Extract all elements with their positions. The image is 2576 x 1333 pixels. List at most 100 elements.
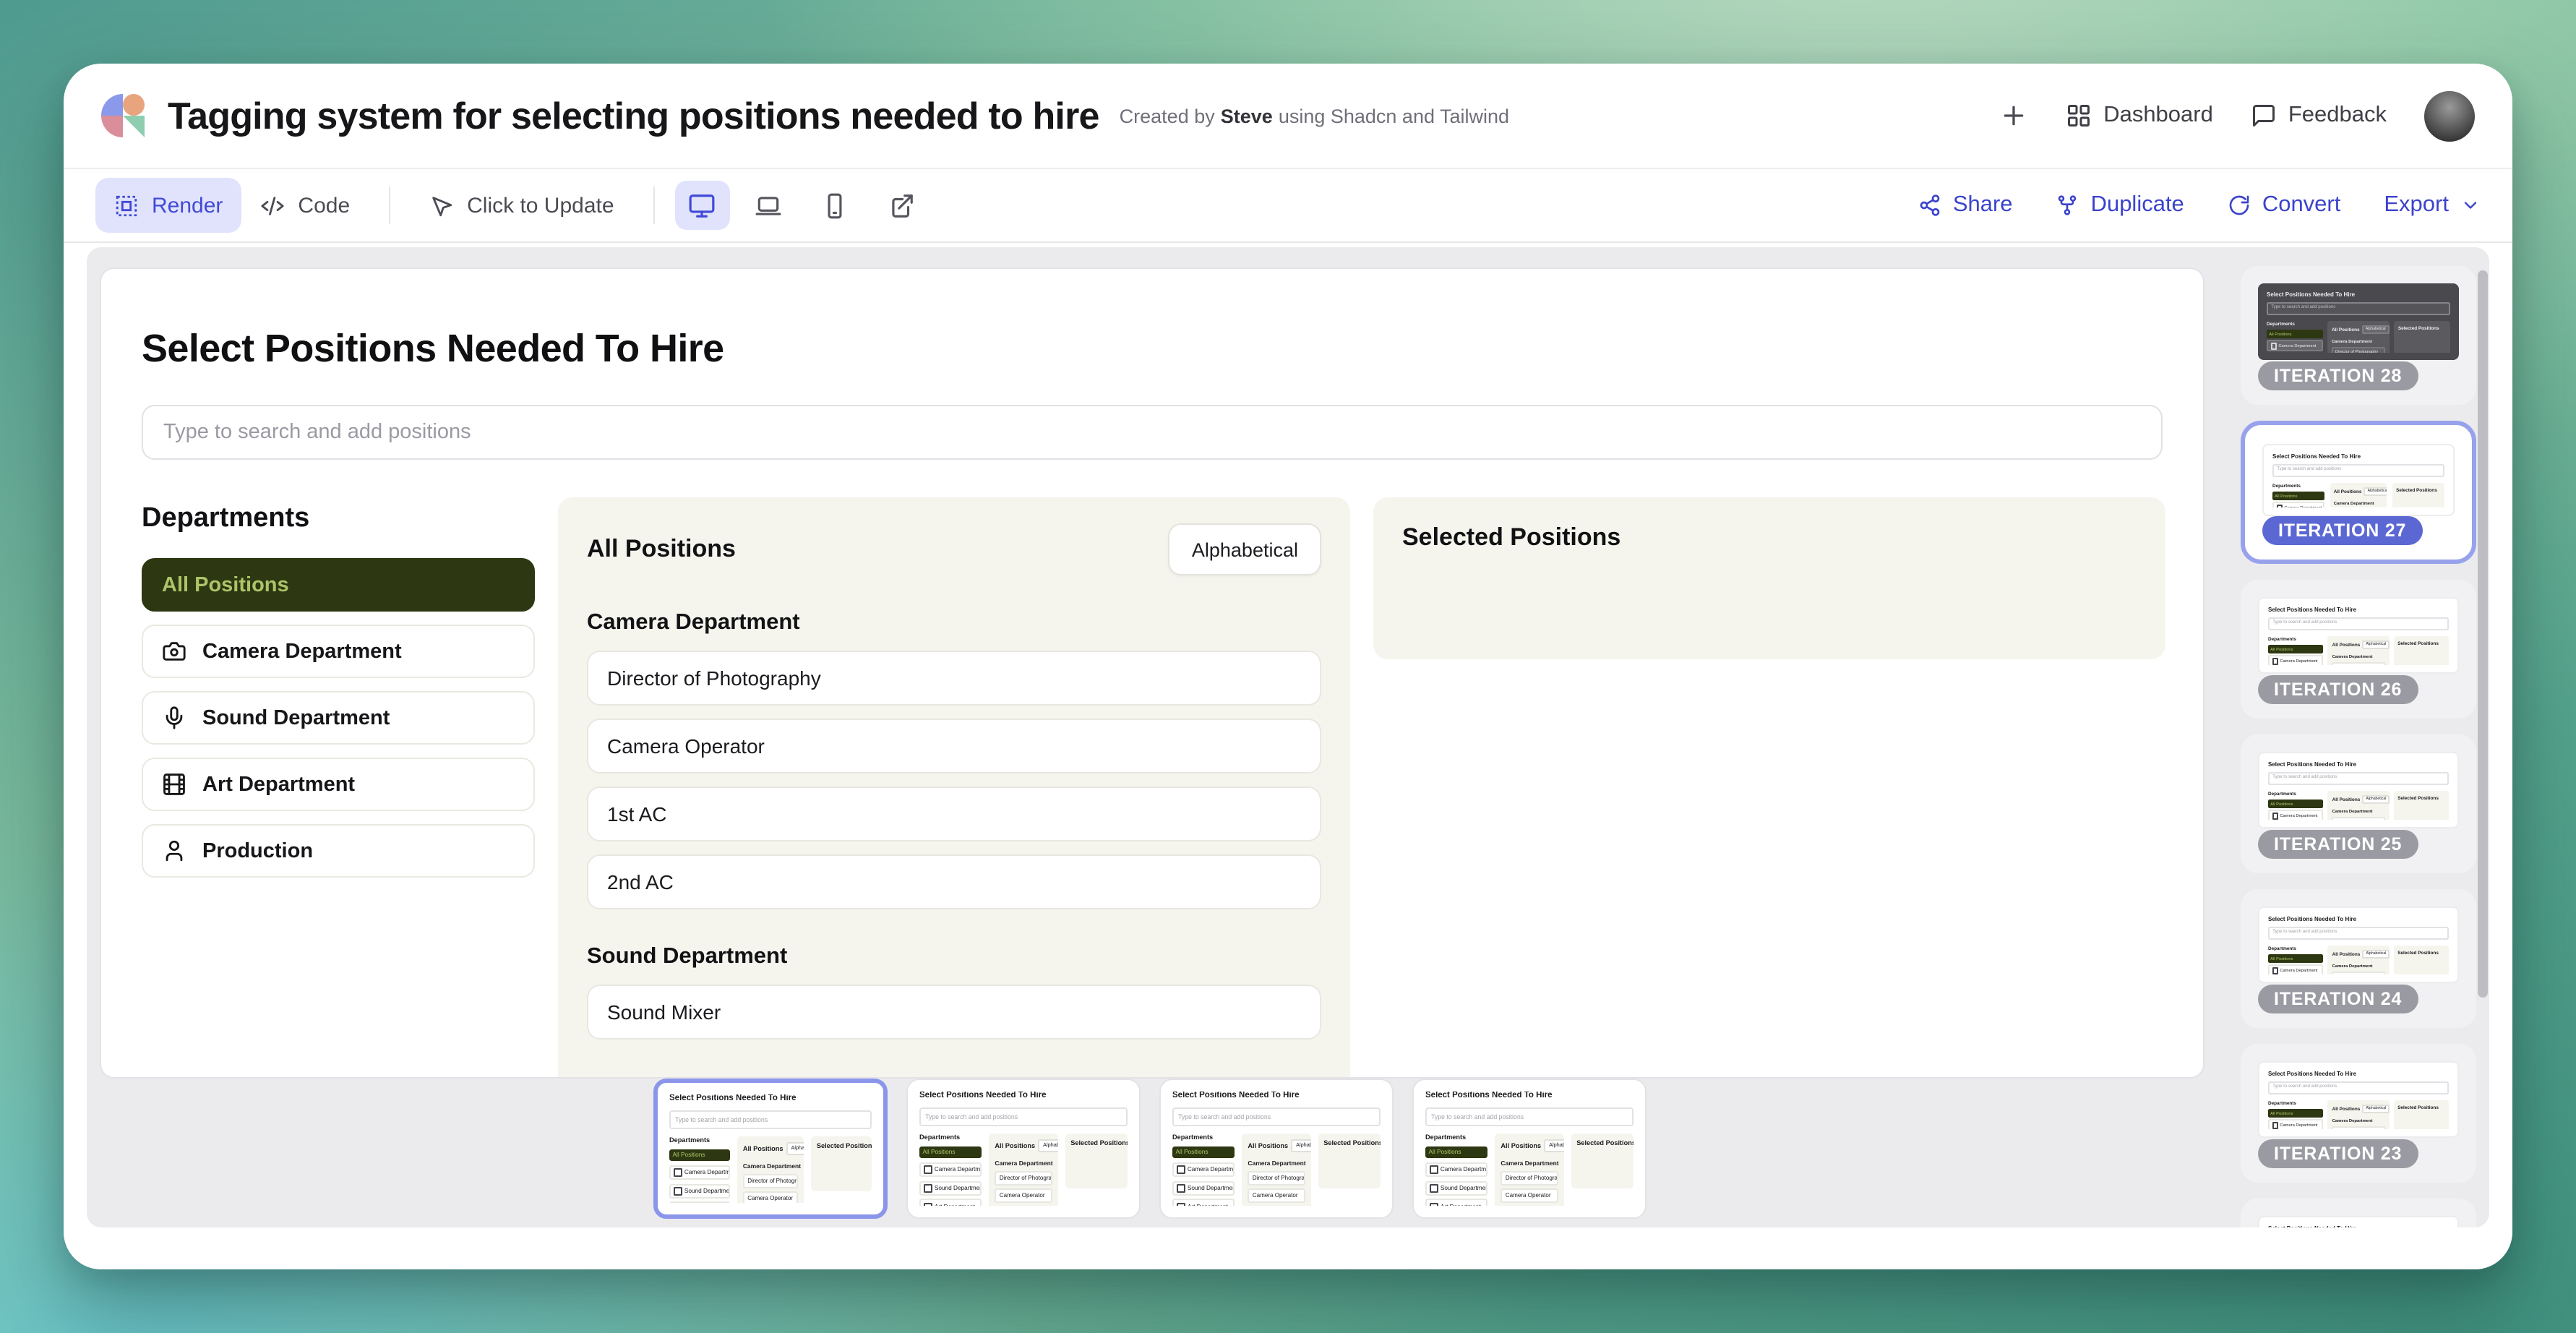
- convert-button[interactable]: Convert: [2228, 192, 2341, 218]
- department-all-positions-button[interactable]: All Positions: [142, 558, 535, 612]
- mini-heading: Select Positions Needed To Hire: [2268, 1225, 2449, 1227]
- departments-list: All Positions Camera Department: [142, 558, 535, 878]
- mini-departments: Departments All Positions Camera Departm…: [1172, 1133, 1235, 1206]
- position-row[interactable]: Director of Photography: [587, 651, 1321, 706]
- rendered-app-preview: Select Positions Needed To Hire Departme…: [100, 267, 2204, 1079]
- desktop-background: Tagging system for selecting positions n…: [0, 0, 2576, 1333]
- created-by: Created by Steve using Shadcn and Tailwi…: [1120, 105, 1509, 127]
- mini-camera-icon: [2272, 658, 2278, 664]
- iteration-badge: ITERATION 27: [2262, 516, 2422, 545]
- mini-camera-icon: [2272, 813, 2278, 819]
- mobile-view-button[interactable]: [808, 181, 863, 230]
- desktop-view-button[interactable]: [675, 181, 730, 230]
- iteration-card-23[interactable]: Select Positions Needed To Hire Type to …: [2241, 1044, 2476, 1183]
- carousel-thumbnail: Select Positions Needed To Hire Type to …: [918, 1090, 1129, 1207]
- feedback-button[interactable]: Feedback: [2251, 103, 2387, 129]
- cursor-icon: [429, 193, 454, 218]
- mini-columns: Departments All Positions Camera Departm…: [2268, 1100, 2449, 1129]
- iteration-badge: ITERATION 23: [2258, 1139, 2418, 1168]
- departments-heading: Departments: [142, 503, 535, 535]
- mini-camera-icon: [2270, 343, 2277, 349]
- mini-departments: Departments All Positions Camera Departm…: [1425, 1133, 1488, 1206]
- duplicate-button[interactable]: Duplicate: [2056, 192, 2184, 218]
- plus-icon: [1999, 101, 2028, 130]
- divider: [389, 187, 390, 224]
- click-to-update-button[interactable]: Click to Update: [411, 178, 632, 233]
- convert-icon: [2228, 194, 2251, 217]
- film-icon: [162, 772, 186, 797]
- export-button[interactable]: Export: [2384, 192, 2481, 218]
- alphabetical-sort-button[interactable]: Alphabetical: [1169, 523, 1321, 575]
- carousel-thumbnail: Select Positions Needed To Hire Type to …: [668, 1093, 873, 1204]
- laptop-icon: [755, 192, 783, 219]
- mini-columns: Departments All Positions Camera Departm…: [669, 1136, 872, 1203]
- carousel-thumbnail: Select Positions Needed To Hire Type to …: [1424, 1090, 1635, 1207]
- mini-all-positions-panel: All Positions Alphabetical Camera Depart…: [2328, 636, 2389, 665]
- iteration-card-27[interactable]: Select Positions Needed To Hire Type to …: [2241, 421, 2476, 564]
- external-link-icon: [888, 192, 916, 219]
- mini-heading: Select Positions Needed To Hire: [2268, 760, 2449, 768]
- code-tab[interactable]: Code: [241, 178, 369, 233]
- user-icon: [162, 839, 186, 863]
- position-row[interactable]: 1st AC: [587, 786, 1321, 841]
- sidebar-scrollbar[interactable]: [2478, 270, 2488, 998]
- carousel-item[interactable]: Select Positions Needed To Hire Type to …: [906, 1079, 1141, 1219]
- iteration-thumbnail: Select Positions Needed To Hire Type to …: [2258, 283, 2459, 360]
- mini-film-icon: [1430, 1203, 1438, 1206]
- mini-selected-positions-panel: Selected Positions: [1571, 1133, 1633, 1188]
- mini-search-input: Type to search and add positions: [2272, 463, 2444, 477]
- share-button[interactable]: Share: [1918, 192, 2013, 218]
- user-avatar[interactable]: [2424, 90, 2475, 141]
- department-sound-button[interactable]: Sound Department: [142, 691, 535, 745]
- mini-search-input: Type to search and add positions: [1172, 1107, 1381, 1126]
- new-project-button[interactable]: [1999, 101, 2028, 130]
- iteration-card-25[interactable]: Select Positions Needed To Hire Type to …: [2241, 734, 2476, 873]
- mini-app-preview: Select Positions Needed To Hire Type to …: [2272, 453, 2444, 507]
- mini-all-positions-panel: All Positions Alphabetical Camera Depart…: [1242, 1133, 1311, 1206]
- mini-columns: Departments All Positions Camera Departm…: [1425, 1133, 1633, 1206]
- iteration-card-26[interactable]: Select Positions Needed To Hire Type to …: [2241, 580, 2476, 719]
- laptop-view-button[interactable]: [742, 181, 797, 230]
- chat-bubble-icon: [2251, 103, 2277, 129]
- iteration-badge: ITERATION 26: [2258, 675, 2418, 704]
- position-row[interactable]: 2nd AC: [587, 854, 1321, 909]
- department-production-button[interactable]: Production: [142, 824, 535, 878]
- mini-search-input: Type to search and add positions: [919, 1107, 1128, 1126]
- iteration-thumbnail: Select Positions Needed To Hire Type to …: [2258, 597, 2459, 674]
- position-row[interactable]: Camera Operator: [587, 719, 1321, 773]
- mini-app-preview: Select Positions Needed To Hire Type to …: [1172, 1092, 1381, 1206]
- app-logo-icon: [101, 94, 145, 137]
- mini-selected-positions-panel: Selected Positions: [1318, 1133, 1381, 1188]
- position-row[interactable]: Sound Mixer: [587, 985, 1321, 1040]
- dashboard-button[interactable]: Dashboard: [2066, 103, 2213, 129]
- department-camera-button[interactable]: Camera Department: [142, 625, 535, 678]
- mini-search-input: Type to search and add positions: [2268, 617, 2449, 630]
- open-in-new-tab-button[interactable]: [875, 181, 929, 230]
- mini-camera-icon: [1177, 1165, 1185, 1173]
- header-actions: Dashboard Feedback: [1999, 90, 2475, 141]
- mini-heading: Select Positions Needed To Hire: [2268, 606, 2449, 613]
- iteration-card-28[interactable]: Select Positions Needed To Hire Type to …: [2241, 266, 2476, 405]
- selected-positions-panel: Selected Positions: [1373, 497, 2165, 659]
- carousel-item[interactable]: Select Positions Needed To Hire Type to …: [1159, 1079, 1394, 1219]
- viewport-toggles: [675, 181, 929, 230]
- mini-heading: Select Positions Needed To Hire: [669, 1094, 872, 1105]
- iteration-card-partial[interactable]: Select Positions Needed To Hire Type to …: [2241, 1199, 2476, 1227]
- render-tab[interactable]: Render: [95, 178, 241, 233]
- mini-microphone-icon: [674, 1187, 682, 1195]
- mini-app-preview: Select Positions Needed To Hire Type to …: [2267, 291, 2450, 353]
- mini-camera-icon: [674, 1168, 682, 1176]
- mini-search-input: Type to search and add positions: [2268, 771, 2449, 785]
- carousel-item[interactable]: Select Positions Needed To Hire Type to …: [1412, 1079, 1647, 1219]
- department-art-button[interactable]: Art Department: [142, 758, 535, 811]
- carousel-item[interactable]: Select Positions Needed To Hire Type to …: [653, 1079, 888, 1219]
- render-icon: [114, 193, 139, 218]
- iteration-badge: ITERATION 28: [2258, 361, 2418, 390]
- camera-icon: [162, 639, 186, 664]
- iteration-thumbnail: Select Positions Needed To Hire Type to …: [2258, 752, 2459, 828]
- mini-all-positions-panel: All Positions Alphabetical Camera Depart…: [2328, 1100, 2389, 1129]
- search-input[interactable]: [142, 405, 2163, 460]
- iteration-card-24[interactable]: Select Positions Needed To Hire Type to …: [2241, 889, 2476, 1028]
- mini-selected-positions-panel: Selected Positions: [1065, 1133, 1128, 1188]
- mini-departments: Departments All Positions Camera Departm…: [2272, 483, 2325, 507]
